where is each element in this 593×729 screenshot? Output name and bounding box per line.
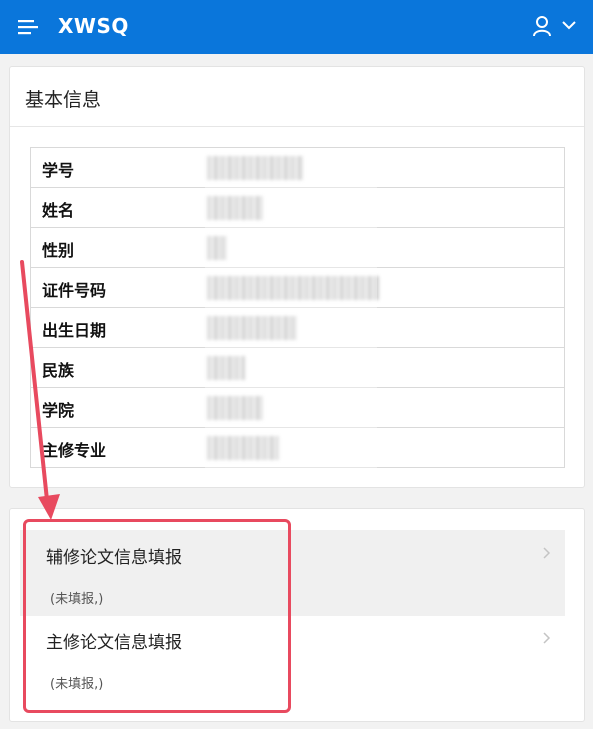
divider [10,126,584,127]
chevron-down-icon[interactable] [562,20,576,30]
top-app-bar: XWSQ [0,0,593,54]
user-icon[interactable] [532,15,552,37]
info-label: 证件号码 [42,281,107,300]
basic-info-table: 学号 姓名 性别 证件号码 出生日期 民族 学院 主修专业 [30,147,565,470]
redaction-blur [205,148,377,470]
basic-info-title: 基本信息 [25,89,102,111]
chevron-right-icon [543,632,551,644]
info-label: 学院 [42,401,75,420]
basic-info-card: 基本信息 学号 姓名 性别 证件号码 出生日期 民族 学院 主修专业 [9,66,585,488]
info-label: 民族 [42,361,75,380]
info-label: 姓名 [42,201,75,220]
app-title: XWSQ [58,14,129,38]
hamburger-menu-icon[interactable] [18,18,40,36]
chevron-right-icon [543,547,551,559]
info-label: 学号 [42,161,75,180]
info-label: 主修专业 [42,441,107,460]
annotation-highlight-box [23,519,291,713]
info-label: 出生日期 [42,321,107,340]
info-label: 性别 [42,241,75,260]
